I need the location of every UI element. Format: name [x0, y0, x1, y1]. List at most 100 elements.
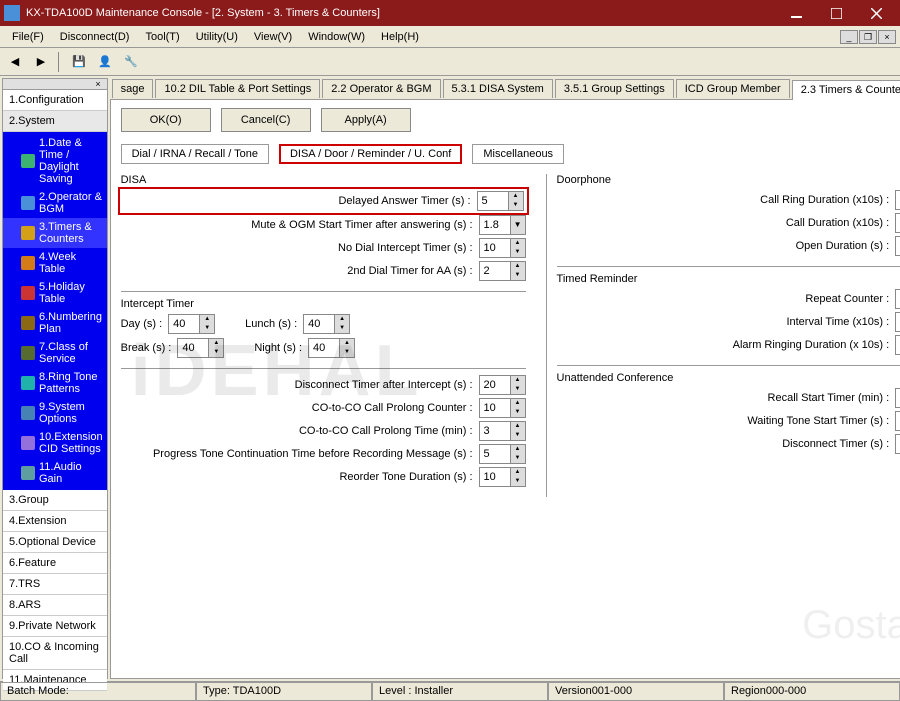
- tab-sage[interactable]: sage: [112, 79, 154, 98]
- tab-timers[interactable]: 2.3 Timers & Counters: [792, 80, 900, 100]
- menu-window[interactable]: Window(W): [300, 29, 373, 45]
- subnav-icon: [21, 256, 35, 270]
- subnav-7[interactable]: 8.Ring Tone Patterns: [3, 368, 107, 398]
- close-button[interactable]: [856, 0, 896, 26]
- spin-up-icon[interactable]: ▲: [509, 192, 523, 201]
- menu-help[interactable]: Help(H): [373, 29, 427, 45]
- nav-forward-icon[interactable]: ▶: [30, 51, 52, 73]
- maximize-button[interactable]: [816, 0, 856, 26]
- nodial-input[interactable]: [480, 239, 510, 257]
- subnav-2[interactable]: 3.Timers & Counters: [3, 218, 107, 248]
- nav-ars[interactable]: 8.ARS: [3, 595, 107, 616]
- nav-system[interactable]: 2.System: [3, 111, 107, 132]
- tool-icon[interactable]: 🔧: [120, 51, 142, 73]
- nav-back-icon[interactable]: ◀: [4, 51, 26, 73]
- tab-group-settings[interactable]: 3.5.1 Group Settings: [555, 79, 674, 98]
- reorder-input[interactable]: [480, 468, 510, 486]
- subnav-5[interactable]: 6.Numbering Plan: [3, 308, 107, 338]
- unatt-title: Unattended Conference: [557, 372, 900, 384]
- recall-input[interactable]: [896, 389, 900, 407]
- nav-trs[interactable]: 7.TRS: [3, 574, 107, 595]
- interval-input[interactable]: [896, 313, 900, 331]
- subtab-misc[interactable]: Miscellaneous: [472, 144, 564, 164]
- day-input[interactable]: [169, 315, 199, 333]
- dial2-input[interactable]: [480, 262, 510, 280]
- timed-title: Timed Reminder: [557, 273, 900, 285]
- subnav-icon: [21, 436, 35, 450]
- wait-input[interactable]: [896, 412, 900, 430]
- subnav-0[interactable]: 1.Date & Time / Daylight Saving: [3, 134, 107, 188]
- subtab-dial[interactable]: Dial / IRNA / Recall / Tone: [121, 144, 269, 164]
- subnav-icon: [21, 154, 35, 168]
- nav-extension[interactable]: 4.Extension: [3, 511, 107, 532]
- menubar: File(F) Disconnect(D) Tool(T) Utility(U)…: [0, 26, 900, 48]
- nav-group[interactable]: 3.Group: [3, 490, 107, 511]
- subnav-10[interactable]: 11.Audio Gain: [3, 458, 107, 488]
- dropdown-icon[interactable]: ▼: [510, 216, 525, 234]
- watermark2: Gostar: [802, 603, 900, 648]
- cocount-input[interactable]: [480, 399, 510, 417]
- disconnect-input[interactable]: [480, 376, 510, 394]
- progress-input[interactable]: [480, 445, 510, 463]
- delayed-answer-input[interactable]: [478, 192, 508, 210]
- toolbar: ◀ ▶ 💾 👤 🔧: [0, 48, 900, 76]
- menu-file[interactable]: File(F): [4, 29, 52, 45]
- cotime-input[interactable]: [480, 422, 510, 440]
- menu-view[interactable]: View(V): [246, 29, 300, 45]
- apply-button[interactable]: Apply(A): [321, 108, 411, 132]
- subnav-icon: [21, 346, 35, 360]
- subnav-8[interactable]: 9.System Options: [3, 398, 107, 428]
- spin-down-icon[interactable]: ▼: [509, 201, 523, 210]
- save-icon[interactable]: 💾: [68, 51, 90, 73]
- intercept-title: Intercept Timer: [121, 298, 526, 310]
- subnav-6[interactable]: 7.Class of Service: [3, 338, 107, 368]
- unatt-disc-input[interactable]: [896, 435, 900, 453]
- tab-operator[interactable]: 2.2 Operator & BGM: [322, 79, 440, 98]
- break-input[interactable]: [178, 339, 208, 357]
- menu-utility[interactable]: Utility(U): [188, 29, 246, 45]
- nav-private-network[interactable]: 9.Private Network: [3, 616, 107, 637]
- mdi-minimize-button[interactable]: _: [840, 30, 858, 44]
- minimize-button[interactable]: [776, 0, 816, 26]
- tab-icd[interactable]: ICD Group Member: [676, 79, 790, 98]
- nav-optional-device[interactable]: 5.Optional Device: [3, 532, 107, 553]
- subnav-3[interactable]: 4.Week Table: [3, 248, 107, 278]
- tabstrip: sage 10.2 DIL Table & Port Settings 2.2 …: [110, 78, 900, 100]
- menu-tool[interactable]: Tool(T): [137, 29, 187, 45]
- door-title: Doorphone: [557, 174, 900, 186]
- cancel-button[interactable]: Cancel(C): [221, 108, 311, 132]
- subnav-4[interactable]: 5.Holiday Table: [3, 278, 107, 308]
- subnav-icon: [21, 196, 35, 210]
- door-ring-input[interactable]: [896, 191, 900, 209]
- status-region: Region000-000: [724, 682, 900, 701]
- disa-group-title: DISA: [121, 174, 526, 186]
- repeat-input[interactable]: [896, 290, 900, 308]
- user-icon[interactable]: 👤: [94, 51, 116, 73]
- menu-disconnect[interactable]: Disconnect(D): [52, 29, 138, 45]
- status-type: Type: TDA100D: [196, 682, 372, 701]
- subnav-icon: [21, 286, 35, 300]
- door-dur-input[interactable]: [896, 214, 900, 232]
- mdi-restore-button[interactable]: ❐: [859, 30, 877, 44]
- subnav-9[interactable]: 10.Extension CID Settings: [3, 428, 107, 458]
- tab-disa[interactable]: 5.3.1 DISA System: [443, 79, 553, 98]
- lunch-input[interactable]: [304, 315, 334, 333]
- window-title: KX-TDA100D Maintenance Console - [2. Sys…: [26, 7, 776, 19]
- nav-configuration[interactable]: 1.Configuration: [3, 90, 107, 111]
- subnav-icon: [21, 406, 35, 420]
- tab-dil[interactable]: 10.2 DIL Table & Port Settings: [155, 79, 320, 98]
- mdi-close-button[interactable]: ×: [878, 30, 896, 44]
- night-input[interactable]: [309, 339, 339, 357]
- delayed-answer-field: Delayed Answer Timer (s) : ▲▼: [121, 190, 526, 212]
- titlebar: KX-TDA100D Maintenance Console - [2. Sys…: [0, 0, 900, 26]
- ok-button[interactable]: OK(O): [121, 108, 211, 132]
- door-open-input[interactable]: [896, 237, 900, 255]
- nav-co-incoming[interactable]: 10.CO & Incoming Call: [3, 637, 107, 670]
- subnav-icon: [21, 466, 35, 480]
- sidebar-close-icon[interactable]: ×: [3, 79, 107, 90]
- mute-input[interactable]: [480, 216, 510, 234]
- nav-feature[interactable]: 6.Feature: [3, 553, 107, 574]
- subnav-1[interactable]: 2.Operator & BGM: [3, 188, 107, 218]
- alarm-input[interactable]: [896, 336, 900, 354]
- subtab-disa[interactable]: DISA / Door / Reminder / U. Conf: [279, 144, 462, 164]
